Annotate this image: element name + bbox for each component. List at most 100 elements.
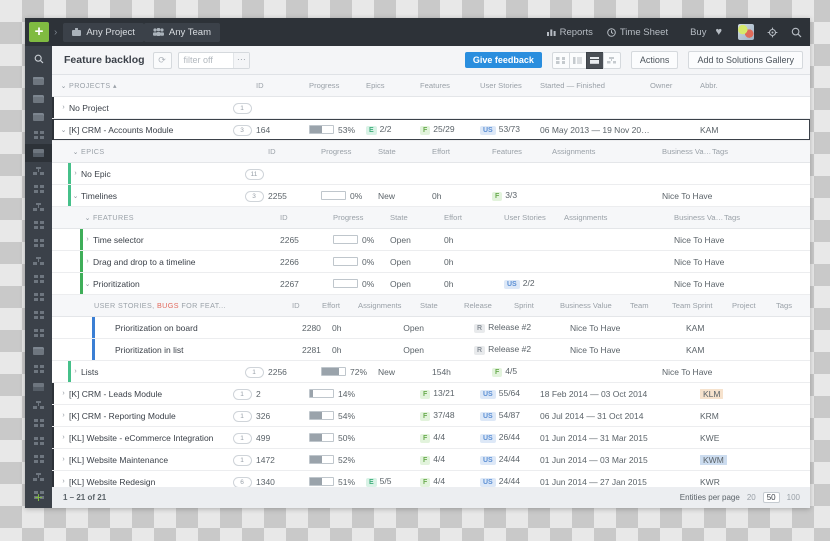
row-name-cell: › No Epic <box>52 169 240 179</box>
header-s-team-sprint: Team Sprint <box>672 301 713 310</box>
table-row[interactable]: ⌄ Timelines 3 2255 0% New 0h F 3/3 Nice To Have <box>52 185 810 207</box>
rail-item-board-1[interactable] <box>25 144 52 162</box>
rail-item-folder-1[interactable] <box>25 72 52 90</box>
rail-item-grid-10[interactable] <box>25 414 52 432</box>
row-expand-caret[interactable]: › <box>82 236 93 243</box>
table-row[interactable]: Prioritization in list 2281 0h Open R Release… <box>52 339 810 361</box>
progress-bar <box>309 477 334 486</box>
header-progress: Progress <box>309 81 340 90</box>
row-expand-caret[interactable]: › <box>58 434 69 441</box>
sidebar-expand-icon[interactable]: › <box>54 27 57 38</box>
global-add-button[interactable]: + <box>29 22 49 42</box>
nav-reports[interactable]: Reports <box>546 27 593 38</box>
row-expand-caret[interactable]: › <box>58 390 69 397</box>
view-tree-button[interactable] <box>602 51 621 69</box>
filter-control[interactable]: filter off ··· <box>177 51 250 69</box>
rail-item-tree-5[interactable] <box>25 468 52 486</box>
rail-item-tree-3[interactable] <box>25 252 52 270</box>
table-row[interactable]: › [KL] Website Maintenance 1 1472 52% F 4/4 US 2… <box>52 449 810 471</box>
table-row[interactable]: › No Epic 11 <box>52 163 810 185</box>
rail-item-grid-5[interactable] <box>25 270 52 288</box>
header-s-project: Project <box>732 301 756 310</box>
table-row[interactable]: Prioritization on board 2280 0h Open R Releas… <box>52 317 810 339</box>
filter-more-icon[interactable]: ··· <box>232 52 249 68</box>
header-col-progress: Progress <box>333 213 364 222</box>
collapse-caret[interactable]: ⌄ <box>82 214 93 222</box>
table-row[interactable]: › [K] CRM - Leads Module 1 2 14% F 13/21 US 55/6… <box>52 383 810 405</box>
collapse-caret[interactable]: ⌄ <box>70 148 81 156</box>
team-context-selector[interactable]: Any Team <box>143 22 220 42</box>
table-row[interactable]: ⌄ Prioritization 2267 0% Open 0h US 2/2 Nice To … <box>52 273 810 295</box>
rail-item-grid-4[interactable] <box>25 234 52 252</box>
table-row[interactable]: › [K] CRM - Reporting Module 1 326 54% F 37/48… <box>52 405 810 427</box>
cell-effort: 0h <box>444 278 454 289</box>
row-expand-caret[interactable]: › <box>58 104 69 111</box>
nav-settings[interactable] <box>767 27 778 38</box>
row-expand-caret[interactable]: › <box>58 456 69 463</box>
sort-asc-icon[interactable]: ▴ <box>113 81 117 90</box>
row-expand-caret[interactable]: › <box>70 368 81 375</box>
row-expand-caret[interactable]: › <box>70 170 81 177</box>
row-expand-caret[interactable]: ⌄ <box>70 192 81 200</box>
pagination-range: 1 – 21 of 21 <box>63 493 107 502</box>
nav-favorites[interactable]: ♥ <box>715 26 722 38</box>
rail-item-grid-2[interactable] <box>25 180 52 198</box>
table-row[interactable]: › Drag and drop to a timeline 2266 0% Open 0h… <box>52 251 810 273</box>
row-expand-caret[interactable]: › <box>58 478 69 485</box>
cell-user-stories: US 26/44 <box>480 432 540 443</box>
header-group-title: ⌄ FEATURES <box>52 213 252 222</box>
rail-item-search[interactable] <box>25 46 52 72</box>
header-group-title: ⌄ EPICS <box>52 147 240 156</box>
nav-search[interactable] <box>791 27 802 38</box>
table-row[interactable]: › No Project 1 <box>52 97 810 119</box>
row-expand-caret[interactable]: › <box>82 258 93 265</box>
user-avatar[interactable] <box>738 24 754 40</box>
folder-icon <box>33 113 44 121</box>
view-cards-button[interactable] <box>551 51 570 69</box>
rail-item-grid-6[interactable] <box>25 288 52 306</box>
row-child-count: 1 <box>240 366 268 378</box>
level-color-bar <box>52 471 54 487</box>
rail-item-grid-11[interactable] <box>25 432 52 450</box>
rail-item-tree-1[interactable] <box>25 162 52 180</box>
give-feedback-button[interactable]: Give feedback <box>464 52 542 68</box>
add-to-solutions-gallery-button[interactable]: Add to Solutions Gallery <box>688 51 803 69</box>
page-size-20[interactable]: 20 <box>747 493 756 502</box>
row-expand-caret[interactable]: ⌄ <box>82 280 93 288</box>
nav-time-sheet[interactable]: Time Sheet <box>607 27 668 38</box>
page-size-50[interactable]: 50 <box>762 492 780 503</box>
nav-buy[interactable]: Buy <box>690 27 706 38</box>
rail-add-button[interactable]: + <box>25 486 52 508</box>
rail-item-grid-9[interactable] <box>25 360 52 378</box>
table-row[interactable]: › Time selector 2265 0% Open 0h Nice To Have <box>52 229 810 251</box>
actions-button[interactable]: Actions <box>630 51 679 69</box>
rail-item-grid-12[interactable] <box>25 450 52 468</box>
view-list-button[interactable] <box>568 51 587 69</box>
tree-icon <box>33 203 44 211</box>
rail-item-board-2[interactable] <box>25 378 52 396</box>
row-child-count: 3 <box>240 190 268 202</box>
row-expand-caret[interactable]: ⌄ <box>58 126 69 134</box>
table-row[interactable]: ⌄ [K] CRM - Accounts Module 3 164 53% E 2/2 F 25… <box>52 119 810 141</box>
rail-item-grid-1[interactable] <box>25 126 52 144</box>
rail-item-grid-8[interactable] <box>25 324 52 342</box>
project-context-selector[interactable]: Any Project <box>63 22 144 42</box>
rail-item-folder-4[interactable] <box>25 342 52 360</box>
cell-id: 2255 <box>268 190 287 201</box>
collapse-caret-projects[interactable]: ⌄ <box>58 82 69 90</box>
view-board-button[interactable] <box>585 51 604 69</box>
table-row[interactable]: › [KL] Website - eCommerce Integration 1 49… <box>52 427 810 449</box>
rail-item-folder-2[interactable] <box>25 90 52 108</box>
rail-item-grid-7[interactable] <box>25 306 52 324</box>
row-name-cell: › [KL] Website - eCommerce Integration <box>52 433 228 443</box>
rail-item-folder-3[interactable] <box>25 108 52 126</box>
row-expand-caret[interactable]: › <box>58 412 69 419</box>
refresh-button[interactable]: ⟳ <box>152 51 172 69</box>
rail-item-grid-3[interactable] <box>25 216 52 234</box>
rail-item-tree-4[interactable] <box>25 396 52 414</box>
rail-item-tree-2[interactable] <box>25 198 52 216</box>
table-row[interactable]: › [KL] Website Redesign 6 1340 51% E 5/5 F 4/4 US… <box>52 471 810 487</box>
table-row[interactable]: › Lists 1 2256 72% New 154h F 4/5 Nice To Have <box>52 361 810 383</box>
page-size-100[interactable]: 100 <box>787 493 800 502</box>
bar-chart-icon <box>546 29 556 36</box>
